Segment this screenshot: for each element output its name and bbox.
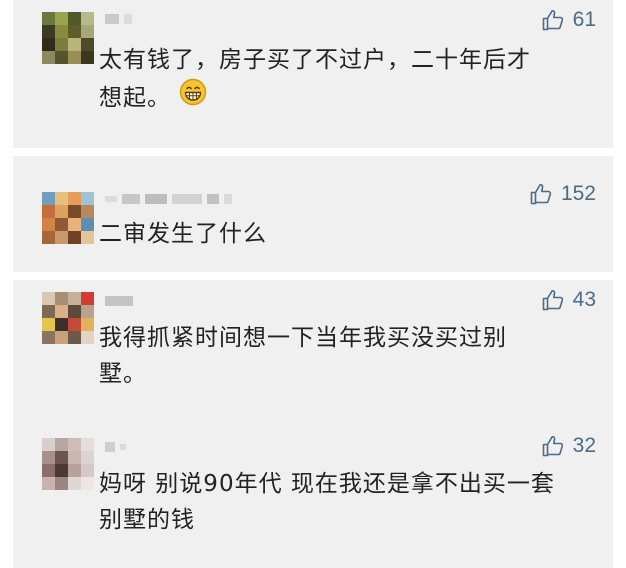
username-masked[interactable] [105, 12, 132, 26]
avatar[interactable] [42, 438, 94, 490]
username-masked[interactable] [105, 192, 232, 206]
comment-card: 43 我得抓紧时间想一下当年我买没买过别 墅。 32 妈呀 别说90年代 现在我… [13, 280, 613, 568]
avatar[interactable] [42, 192, 94, 244]
comment-card: 61 太有钱了，房子买了不过户，二十年后才 想起。 [13, 0, 613, 148]
comment-text-line: 别墅的钱 [99, 507, 195, 533]
username-masked[interactable] [105, 294, 133, 308]
comment-text-line: 我得抓紧时间想一下当年我买没买过别 [99, 325, 507, 351]
comment-text: 二审发生了什么 [99, 216, 599, 252]
grinning-face-emoji-icon [179, 78, 207, 117]
like-button[interactable]: 152 [529, 182, 596, 206]
comment-text: 太有钱了，房子买了不过户，二十年后才 想起。 [99, 42, 599, 117]
comment-text-line: 妈呀 别说90年代 现在我还是拿不出买一套 [99, 471, 555, 497]
avatar[interactable] [42, 292, 94, 344]
like-count: 43 [572, 288, 596, 311]
thumbs-up-icon [542, 436, 563, 457]
comment-card: 152 二审发生了什么 [13, 156, 613, 272]
comment-text-line: 想起。 [99, 84, 171, 111]
like-count: 61 [572, 8, 596, 31]
avatar[interactable] [42, 12, 94, 64]
like-count: 32 [572, 434, 596, 457]
comment-text-line-2: 想起。 [99, 78, 599, 117]
like-count: 152 [560, 182, 596, 205]
comment-text-line: 墅。 [99, 361, 147, 387]
thumbs-up-icon [542, 290, 563, 311]
comment-text: 我得抓紧时间想一下当年我买没买过别 墅。 [99, 320, 599, 392]
username-masked[interactable] [105, 440, 126, 454]
thumbs-up-icon [542, 10, 563, 31]
like-button[interactable]: 61 [541, 8, 596, 32]
like-button[interactable]: 32 [541, 434, 596, 458]
comment-text-line: 太有钱了，房子买了不过户，二十年后才 [99, 47, 531, 73]
like-button[interactable]: 43 [541, 288, 596, 312]
comment-text: 妈呀 别说90年代 现在我还是拿不出买一套 别墅的钱 [99, 466, 599, 538]
thumbs-up-icon [530, 184, 552, 205]
comment-text-line: 二审发生了什么 [99, 221, 267, 247]
